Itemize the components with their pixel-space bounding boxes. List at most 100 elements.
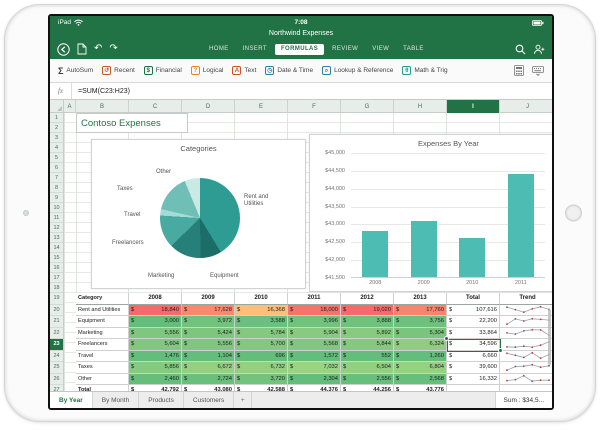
cell-total-2011[interactable]: $44,376 [288,385,341,391]
ribbon-tab-review[interactable]: REVIEW [326,44,364,55]
row-header-14[interactable]: 14 [50,243,63,253]
row-header-27[interactable]: 27 [50,385,63,391]
cell-total[interactable]: $33,864 [447,327,500,339]
column-header-E[interactable]: E [235,100,288,113]
column-header-J[interactable]: J [500,100,552,113]
sheet-tab-customers[interactable]: Customers [184,392,235,408]
redo-button[interactable]: ↷ [109,44,117,54]
cell-2012[interactable]: $2,556 [341,373,394,385]
cell-2008[interactable]: $5,604 [129,339,182,351]
cell-2009[interactable]: $5,556 [182,339,235,351]
cell-2012[interactable]: $5,892 [341,327,394,339]
sheet-tab-by-month[interactable]: By Month [93,392,140,408]
formula-input[interactable]: =SUM(C23:H23) [72,83,130,99]
cell-2013[interactable]: $6,804 [394,362,447,374]
cell-2011[interactable]: $5,568 [288,339,341,351]
sparkline-other[interactable] [500,373,552,385]
quick-sum-status[interactable]: Sum : $34,5... [494,392,552,408]
column-header-I[interactable]: I [447,100,500,113]
pie-chart-object[interactable]: Categories Rent and Utilities Equipment Ma… [91,139,306,289]
ribbon-button-recent[interactable]: ↺ Recent [102,66,135,75]
cell-total-2008[interactable]: $42,792 [129,385,182,391]
ribbon-button-date-time[interactable]: ◷ Date & Time [265,66,313,75]
sparkline-equipment[interactable] [500,316,552,328]
row-header-6[interactable]: 6 [50,163,63,173]
cell-2008[interactable]: $18,840 [129,304,182,316]
sheet-tab-products[interactable]: Products [139,392,184,408]
ribbon-tab-view[interactable]: VIEW [366,44,395,55]
cell-category[interactable]: Other [76,373,129,385]
sparkline-freelancers[interactable] [500,339,552,351]
ribbon-button-text[interactable]: A Text [232,66,256,75]
row-header-7[interactable]: 7 [50,173,63,183]
table-header-2011[interactable]: 2011 [288,293,341,305]
row-header-13[interactable]: 13 [50,233,63,243]
cell-total-2009[interactable]: $43,080 [182,385,235,391]
sparkline-taxes[interactable] [500,362,552,374]
select-all-corner[interactable] [50,100,64,113]
cell-2010[interactable]: $696 [235,350,288,362]
row-header-1[interactable]: 1 [50,113,63,123]
ribbon-tab-home[interactable]: HOME [203,44,235,55]
row-header-10[interactable]: 10 [50,203,63,213]
selection-handle-bottom-right[interactable] [498,348,503,353]
cell-2011[interactable]: $1,572 [288,350,341,362]
row-header-11[interactable]: 11 [50,213,63,223]
cell-category[interactable]: Travel [76,350,129,362]
cell-2011[interactable]: $2,304 [288,373,341,385]
share-person-icon[interactable] [533,44,545,55]
cell-total-2012[interactable]: $44,256 [341,385,394,391]
row-header-26[interactable]: 26 [50,374,63,385]
cell-2009[interactable]: $17,628 [182,304,235,316]
cell-2010[interactable]: $3,720 [235,373,288,385]
row-header-18[interactable]: 18 [50,283,63,293]
row-header-16[interactable]: 16 [50,263,63,273]
ribbon-button-logical[interactable]: ? Logical [190,66,223,75]
cell-2009[interactable]: $6,672 [182,362,235,374]
row-header-20[interactable]: 20 [50,305,63,316]
cell-2013[interactable]: $3,756 [394,316,447,328]
sheet-tab-by-year[interactable]: By Year [50,392,93,408]
column-header-G[interactable]: G [341,100,394,113]
cell-category[interactable]: Rent and Utilities [76,304,129,316]
cell-2012[interactable]: $552 [341,350,394,362]
row-header-2[interactable]: 2 [50,123,63,133]
cell-category[interactable]: Taxes [76,362,129,374]
back-button[interactable] [57,42,70,56]
row-header-3[interactable]: 3 [50,133,63,143]
row-header-5[interactable]: 5 [50,153,63,163]
cell-2013[interactable]: $5,304 [394,327,447,339]
cell[interactable] [500,385,552,391]
cell-2010[interactable]: $16,368 [235,304,288,316]
cell-2009[interactable]: $1,104 [182,350,235,362]
ribbon-tab-table[interactable]: TABLE [397,44,430,55]
row-header-25[interactable]: 25 [50,362,63,374]
column-header-F[interactable]: F [288,100,341,113]
cell-2011[interactable]: $18,000 [288,304,341,316]
cell-2008[interactable]: $5,556 [129,327,182,339]
cell-2013[interactable]: $17,760 [394,304,447,316]
row-header-15[interactable]: 15 [50,253,63,263]
cell-2009[interactable]: $2,724 [182,373,235,385]
calculator-icon[interactable] [514,65,524,76]
cell-2009[interactable]: $3,972 [182,316,235,328]
cell-2009[interactable]: $5,424 [182,327,235,339]
cell-2012[interactable]: $19,020 [341,304,394,316]
selected-cell-outline[interactable] [447,339,501,352]
keyboard-dismiss-icon[interactable] [532,65,544,76]
cell-category[interactable]: Equipment [76,316,129,328]
cell-2011[interactable]: $5,904 [288,327,341,339]
vertical-scrollbar[interactable] [548,309,551,365]
cell[interactable] [447,385,500,391]
column-header-H[interactable]: H [394,100,447,113]
home-button[interactable] [565,204,582,222]
cells-area[interactable]: Contoso Expenses Categories Rent and Uti… [64,113,552,391]
cell-total[interactable]: $107,616 [447,304,500,316]
cell-total[interactable]: $39,600 [447,362,500,374]
search-icon[interactable] [515,44,526,55]
sparkline-marketing[interactable] [500,327,552,339]
cell-2013[interactable]: $2,568 [394,373,447,385]
cell-2012[interactable]: $6,504 [341,362,394,374]
cell-2013[interactable]: $6,324 [394,339,447,351]
sparkline-travel[interactable] [500,350,552,362]
